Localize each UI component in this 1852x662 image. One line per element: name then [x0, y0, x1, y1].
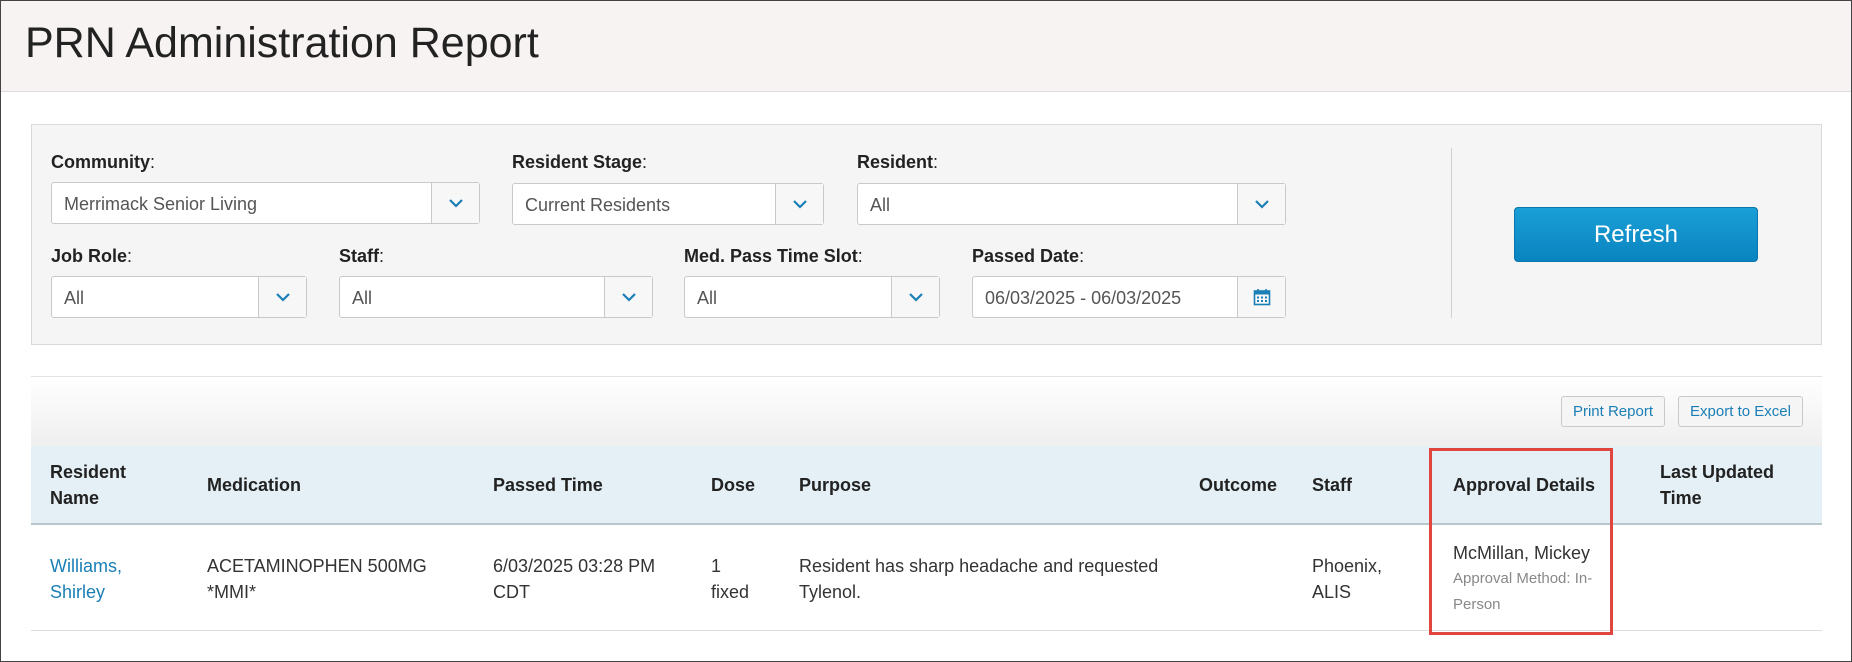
col-outcome[interactable]: Outcome [1199, 472, 1277, 498]
passed-date-input[interactable]: 06/03/2025 - 06/03/2025 [972, 276, 1286, 318]
staff-value: All [352, 288, 373, 308]
dose-cell: 1 fixed [711, 556, 750, 602]
calendar-icon[interactable] [1237, 277, 1285, 317]
resident-stage-select[interactable]: Current Residents [512, 183, 824, 225]
job-role-label: Job Role: [51, 246, 133, 266]
time-slot-select[interactable]: All [684, 276, 940, 318]
community-label: Community: [51, 152, 156, 172]
chevron-down-icon[interactable] [891, 277, 939, 317]
job-role-value: All [64, 288, 85, 308]
chevron-down-icon[interactable] [258, 277, 306, 317]
col-medication[interactable]: Medication [207, 472, 301, 498]
medication-cell: ACETAMINOPHEN 500MG *MMI* [207, 556, 427, 602]
col-passed-time[interactable]: Passed Time [493, 472, 603, 498]
time-slot-value: All [697, 288, 718, 308]
col-staff[interactable]: Staff [1312, 472, 1352, 498]
staff-cell: Phoenix, ALIS [1312, 556, 1383, 602]
export-excel-button[interactable]: Export to Excel [1678, 396, 1803, 427]
staff-label: Staff: [339, 246, 385, 266]
col-last-updated[interactable]: Last Updated Time [1660, 459, 1774, 511]
resident-value: All [870, 195, 891, 215]
chevron-down-icon[interactable] [431, 183, 479, 223]
chevron-down-icon[interactable] [1237, 184, 1285, 224]
table-toolbar: Print Report Export to Excel [31, 376, 1822, 446]
page-header: PRN Administration Report [1, 1, 1851, 92]
col-dose[interactable]: Dose [711, 472, 755, 498]
time-slot-label: Med. Pass Time Slot: [684, 246, 863, 266]
resident-label: Resident: [857, 152, 939, 172]
chevron-down-icon[interactable] [775, 184, 823, 224]
page-title: PRN Administration Report [25, 19, 539, 67]
approval-details-highlight [1429, 448, 1613, 635]
community-select[interactable]: Merrimack Senior Living [51, 182, 480, 224]
purpose-cell: Resident has sharp headache and requeste… [799, 556, 1159, 602]
filter-divider [1451, 148, 1452, 318]
passed-time-cell: 6/03/2025 03:28 PM CDT [493, 556, 656, 602]
refresh-button[interactable]: Refresh [1514, 207, 1758, 262]
col-resident-name[interactable]: Resident Name [50, 459, 126, 511]
resident-stage-value: Current Residents [525, 195, 671, 215]
resident-stage-label: Resident Stage: [512, 152, 648, 172]
community-value: Merrimack Senior Living [64, 194, 258, 214]
resident-name-link[interactable]: Williams, Shirley [50, 553, 122, 605]
staff-select[interactable]: All [339, 276, 653, 318]
passed-date-value: 06/03/2025 - 06/03/2025 [985, 288, 1182, 308]
job-role-select[interactable]: All [51, 276, 307, 318]
passed-date-label: Passed Date: [972, 246, 1085, 266]
resident-select[interactable]: All [857, 183, 1286, 225]
chevron-down-icon[interactable] [604, 277, 652, 317]
col-purpose[interactable]: Purpose [799, 472, 871, 498]
print-report-button[interactable]: Print Report [1561, 396, 1665, 427]
